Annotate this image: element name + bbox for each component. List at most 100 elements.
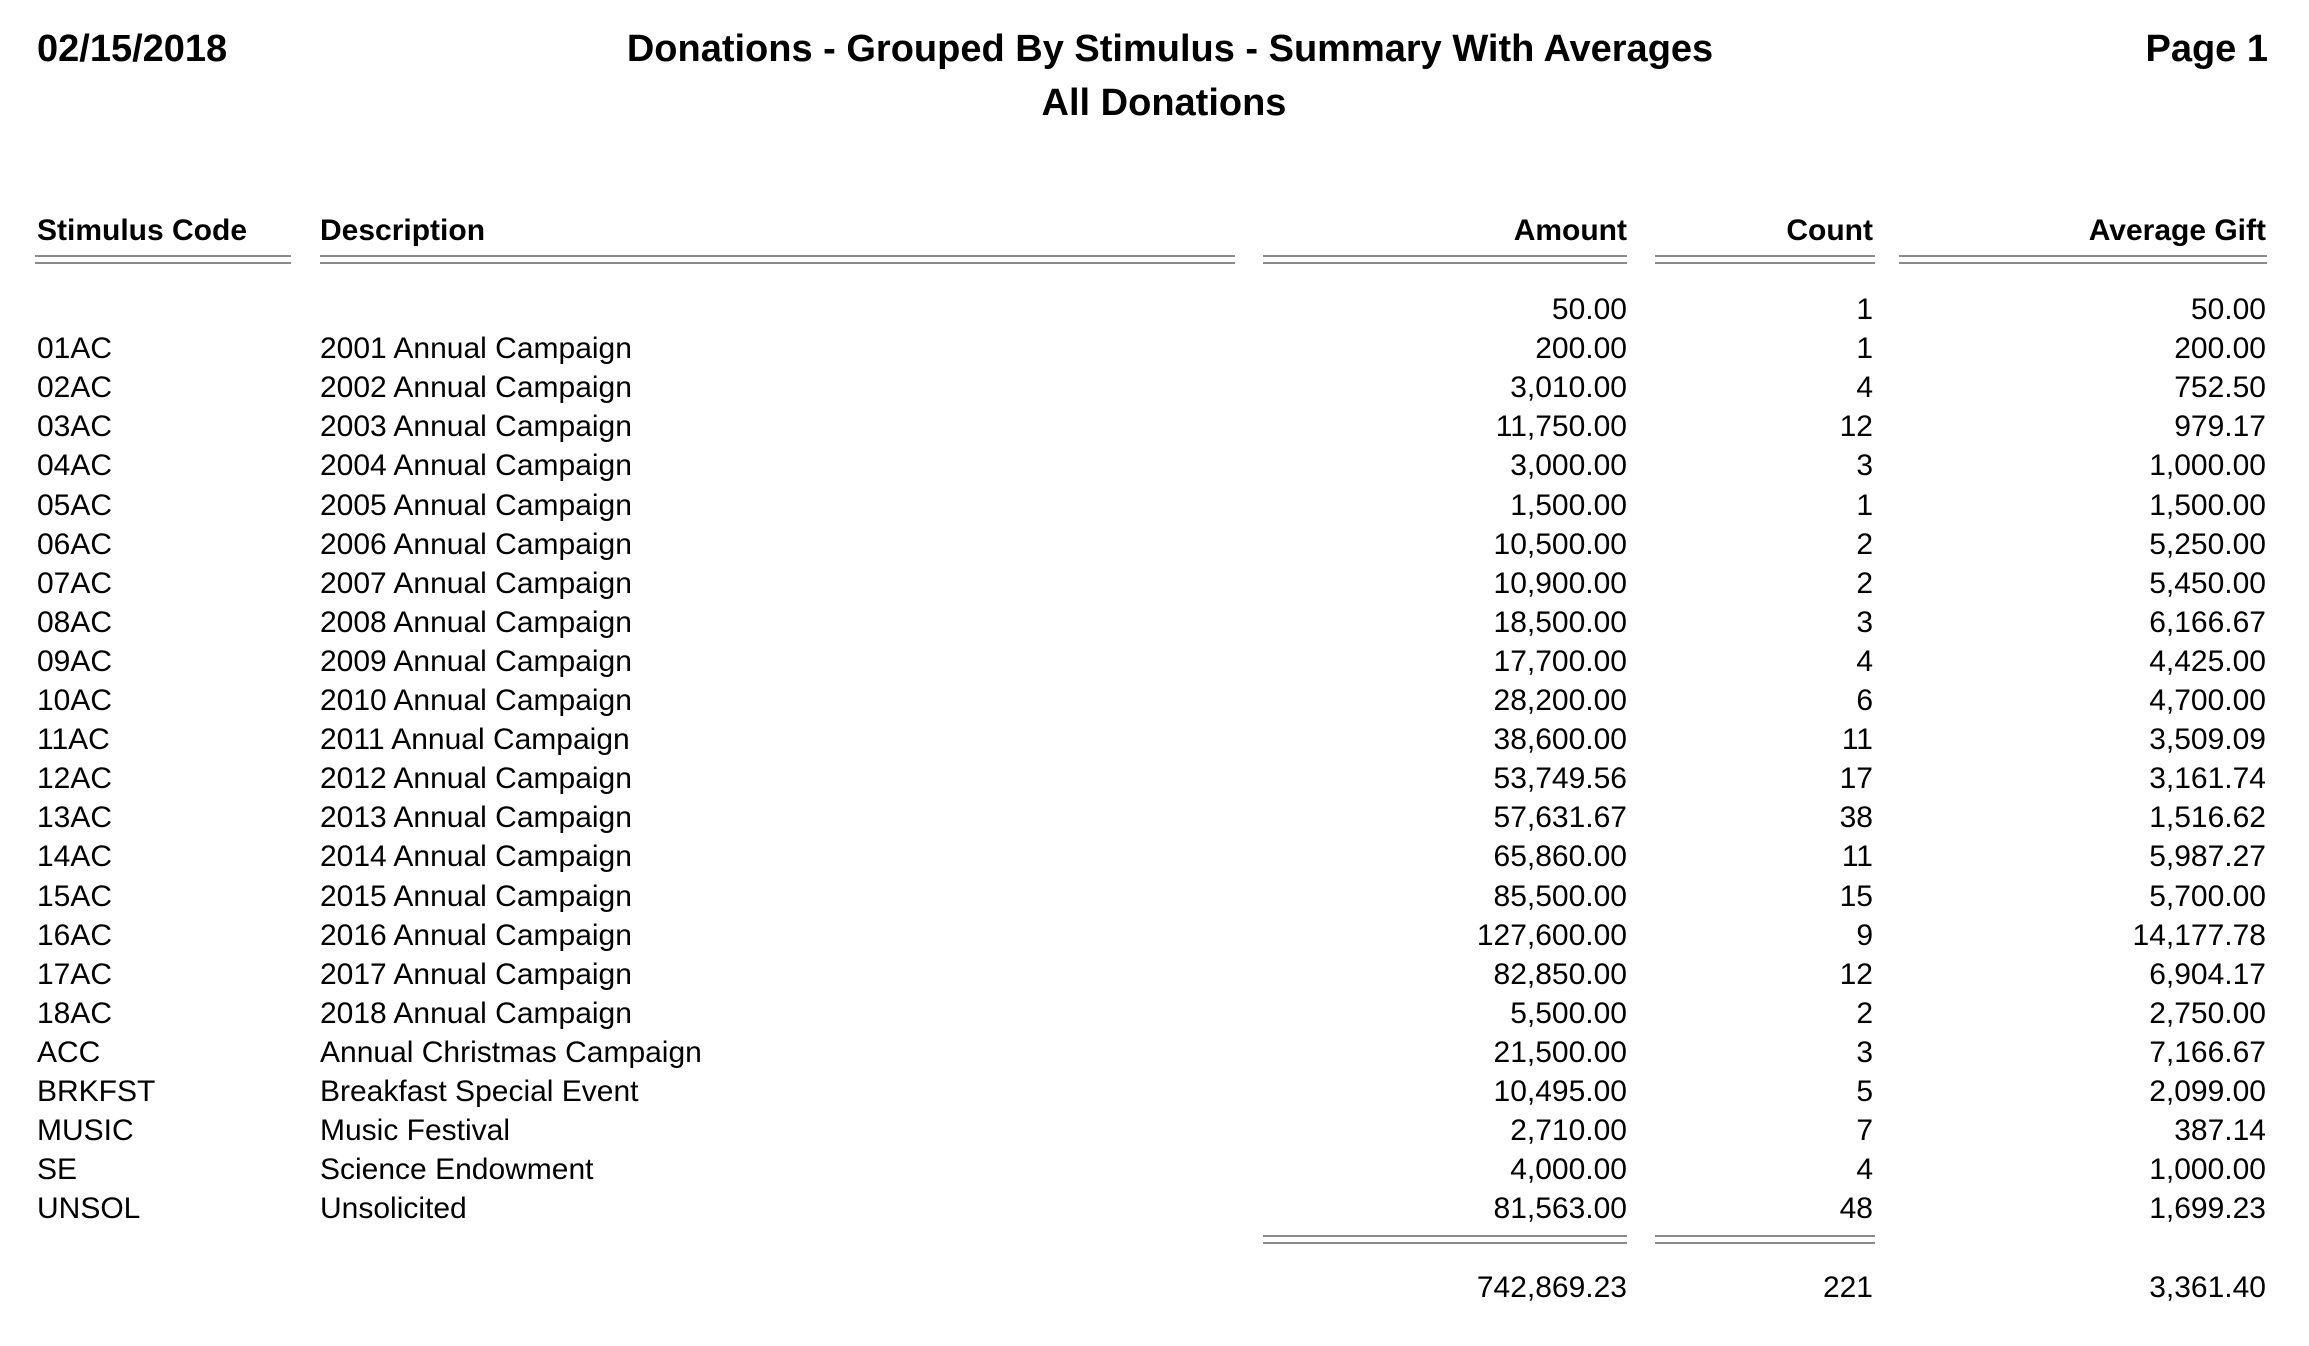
count-cell: 4 xyxy=(1856,645,1873,678)
average-gift-cell: 5,450.00 xyxy=(2149,567,2266,600)
average-gift-cell: 7,166.67 xyxy=(2149,1036,2266,1069)
amount-cell: 11,750.00 xyxy=(1495,410,1627,443)
description-cell: 2007 Annual Campaign xyxy=(320,567,632,600)
count-cell: 2 xyxy=(1856,528,1873,561)
column-header-average-gift: Average Gift xyxy=(2088,214,2266,247)
count-cell: 2 xyxy=(1856,997,1873,1030)
amount-cell: 28,200.00 xyxy=(1493,684,1627,717)
report-subtitle: All Donations xyxy=(1041,82,1287,124)
average-gift-cell: 5,250.00 xyxy=(2149,528,2266,561)
page-number: Page 1 xyxy=(2145,28,2268,70)
count-cell: 17 xyxy=(1839,762,1873,795)
header-underline-amount xyxy=(1263,255,1627,264)
description-cell: 2001 Annual Campaign xyxy=(320,332,632,365)
average-gift-cell: 5,700.00 xyxy=(2149,880,2266,913)
column-header-count: Count xyxy=(1786,214,1873,247)
count-cell: 1 xyxy=(1856,489,1873,522)
count-cell: 12 xyxy=(1839,958,1873,991)
stimulus-code-cell: 08AC xyxy=(37,606,113,639)
count-cell: 48 xyxy=(1839,1192,1873,1225)
count-cell: 11 xyxy=(1841,840,1873,873)
amount-cell: 53,749.56 xyxy=(1493,762,1627,795)
description-cell: 2013 Annual Campaign xyxy=(320,801,632,834)
header-underline-count xyxy=(1655,255,1875,264)
description-cell: 2015 Annual Campaign xyxy=(320,880,632,913)
stimulus-code-cell: 07AC xyxy=(37,567,113,600)
count-cell: 9 xyxy=(1856,919,1873,952)
average-gift-cell: 1,699.23 xyxy=(2149,1192,2266,1225)
column-header-description: Description xyxy=(320,214,486,247)
stimulus-code-cell: 11AC xyxy=(37,723,110,756)
description-cell: 2010 Annual Campaign xyxy=(320,684,632,717)
amount-cell: 127,600.00 xyxy=(1476,919,1627,952)
count-cell: 11 xyxy=(1841,723,1873,756)
average-gift-cell: 1,000.00 xyxy=(2149,449,2266,482)
average-gift-cell: 752.50 xyxy=(2174,371,2266,404)
stimulus-code-cell: 15AC xyxy=(37,880,113,913)
amount-cell: 10,900.00 xyxy=(1493,567,1627,600)
amount-cell: 57,631.67 xyxy=(1493,801,1627,834)
average-gift-cell: 2,099.00 xyxy=(2149,1075,2266,1108)
description-cell: 2008 Annual Campaign xyxy=(320,606,632,639)
column-header-amount: Amount xyxy=(1513,214,1627,247)
header-underline-code xyxy=(35,255,291,264)
amount-cell: 18,500.00 xyxy=(1493,606,1627,639)
total-count: 221 xyxy=(1822,1271,1873,1304)
amount-cell: 85,500.00 xyxy=(1493,880,1627,913)
average-gift-cell: 979.17 xyxy=(2174,410,2266,443)
description-cell: 2005 Annual Campaign xyxy=(320,489,632,522)
report-title: Donations - Grouped By Stimulus - Summar… xyxy=(626,28,1714,70)
stimulus-code-cell: ACC xyxy=(37,1036,101,1069)
average-gift-cell: 2,750.00 xyxy=(2149,997,2266,1030)
average-gift-cell: 200.00 xyxy=(2174,332,2266,365)
stimulus-code-cell: 12AC xyxy=(37,762,113,795)
header-underline-description xyxy=(320,255,1235,264)
stimulus-code-cell: 18AC xyxy=(37,997,113,1030)
amount-cell: 2,710.00 xyxy=(1510,1114,1627,1147)
average-gift-cell: 14,177.78 xyxy=(2132,919,2266,952)
description-cell: Music Festival xyxy=(320,1114,511,1147)
count-cell: 5 xyxy=(1856,1075,1873,1108)
description-cell: 2009 Annual Campaign xyxy=(320,645,632,678)
description-cell: 2006 Annual Campaign xyxy=(320,528,632,561)
amount-cell: 4,000.00 xyxy=(1510,1153,1627,1186)
count-cell: 38 xyxy=(1839,801,1873,834)
description-cell: Breakfast Special Event xyxy=(320,1075,639,1108)
column-header-stimulus-code: Stimulus Code xyxy=(37,214,248,247)
amount-cell: 17,700.00 xyxy=(1493,645,1627,678)
count-cell: 1 xyxy=(1856,332,1873,365)
stimulus-code-cell: BRKFST xyxy=(37,1075,156,1108)
average-gift-cell: 1,500.00 xyxy=(2149,489,2266,522)
stimulus-code-cell: 02AC xyxy=(37,371,113,404)
count-cell: 1 xyxy=(1856,293,1873,326)
average-gift-cell: 6,166.67 xyxy=(2149,606,2266,639)
description-cell: 2012 Annual Campaign xyxy=(320,762,632,795)
count-cell: 12 xyxy=(1839,410,1873,443)
average-gift-cell: 4,425.00 xyxy=(2149,645,2266,678)
description-cell: 2002 Annual Campaign xyxy=(320,371,632,404)
amount-cell: 82,850.00 xyxy=(1493,958,1627,991)
average-gift-cell: 5,987.27 xyxy=(2149,840,2266,873)
amount-cell: 21,500.00 xyxy=(1493,1036,1627,1069)
count-cell: 7 xyxy=(1856,1114,1873,1147)
stimulus-code-cell: 01AC xyxy=(37,332,113,365)
description-cell: Science Endowment xyxy=(320,1153,594,1186)
average-gift-cell: 387.14 xyxy=(2174,1114,2266,1147)
amount-cell: 1,500.00 xyxy=(1510,489,1627,522)
header-underline-average xyxy=(1899,255,2267,264)
amount-cell: 5,500.00 xyxy=(1510,997,1627,1030)
average-gift-cell: 3,509.09 xyxy=(2149,723,2266,756)
stimulus-code-cell: 16AC xyxy=(37,919,113,952)
amount-cell: 65,860.00 xyxy=(1493,840,1627,873)
average-gift-cell: 3,161.74 xyxy=(2149,762,2266,795)
description-cell: 2016 Annual Campaign xyxy=(320,919,632,952)
count-cell: 3 xyxy=(1856,606,1873,639)
amount-cell: 3,000.00 xyxy=(1510,449,1627,482)
stimulus-code-cell: 13AC xyxy=(37,801,113,834)
count-cell: 3 xyxy=(1856,1036,1873,1069)
amount-cell: 81,563.00 xyxy=(1493,1192,1627,1225)
amount-cell: 50.00 xyxy=(1551,293,1627,326)
description-cell: 2014 Annual Campaign xyxy=(320,840,632,873)
description-cell: 2011 Annual Campaign xyxy=(320,723,630,756)
stimulus-code-cell: MUSIC xyxy=(37,1114,134,1147)
